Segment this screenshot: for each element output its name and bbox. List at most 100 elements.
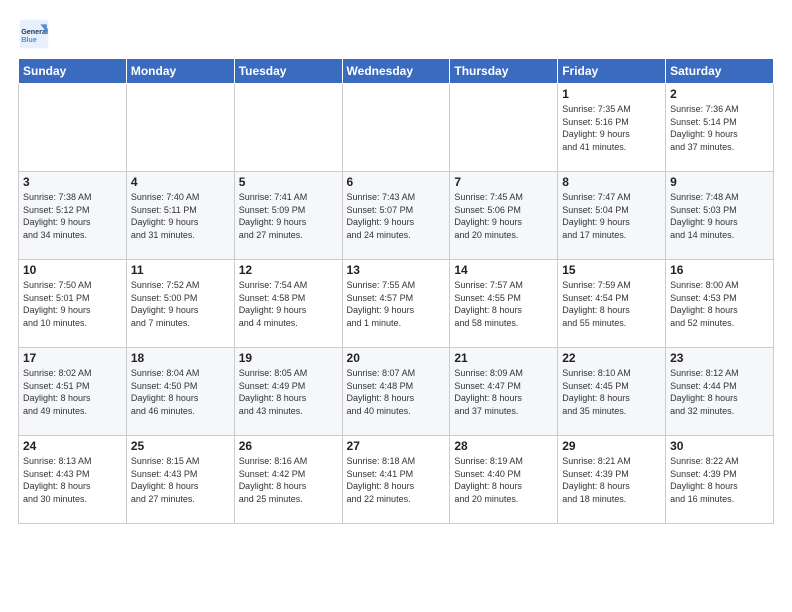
day-number: 26 <box>239 439 338 453</box>
day-number: 19 <box>239 351 338 365</box>
day-content: Sunrise: 8:09 AM Sunset: 4:47 PM Dayligh… <box>454 367 553 417</box>
day-content: Sunrise: 7:40 AM Sunset: 5:11 PM Dayligh… <box>131 191 230 241</box>
day-content: Sunrise: 7:54 AM Sunset: 4:58 PM Dayligh… <box>239 279 338 329</box>
calendar-header-tuesday: Tuesday <box>234 59 342 84</box>
calendar-cell: 29 Sunrise: 8:21 AM Sunset: 4:39 PM Dayli… <box>558 436 666 524</box>
day-number: 21 <box>454 351 553 365</box>
calendar-cell: 28 Sunrise: 8:19 AM Sunset: 4:40 PM Dayli… <box>450 436 558 524</box>
calendar-cell <box>19 84 127 172</box>
day-content: Sunrise: 8:02 AM Sunset: 4:51 PM Dayligh… <box>23 367 122 417</box>
day-number: 24 <box>23 439 122 453</box>
calendar-cell: 10 Sunrise: 7:50 AM Sunset: 5:01 PM Dayli… <box>19 260 127 348</box>
day-content: Sunrise: 8:22 AM Sunset: 4:39 PM Dayligh… <box>670 455 769 505</box>
calendar-cell: 9 Sunrise: 7:48 AM Sunset: 5:03 PM Daylig… <box>666 172 774 260</box>
logo-icon: General Blue <box>18 18 50 50</box>
day-number: 10 <box>23 263 122 277</box>
day-content: Sunrise: 8:16 AM Sunset: 4:42 PM Dayligh… <box>239 455 338 505</box>
calendar-week-2: 3 Sunrise: 7:38 AM Sunset: 5:12 PM Daylig… <box>19 172 774 260</box>
day-number: 18 <box>131 351 230 365</box>
day-content: Sunrise: 8:05 AM Sunset: 4:49 PM Dayligh… <box>239 367 338 417</box>
day-content: Sunrise: 8:19 AM Sunset: 4:40 PM Dayligh… <box>454 455 553 505</box>
calendar-cell: 6 Sunrise: 7:43 AM Sunset: 5:07 PM Daylig… <box>342 172 450 260</box>
calendar-cell <box>342 84 450 172</box>
calendar-header-thursday: Thursday <box>450 59 558 84</box>
header: General Blue <box>18 18 774 50</box>
day-number: 11 <box>131 263 230 277</box>
day-number: 4 <box>131 175 230 189</box>
day-number: 6 <box>347 175 446 189</box>
day-number: 14 <box>454 263 553 277</box>
day-content: Sunrise: 7:38 AM Sunset: 5:12 PM Dayligh… <box>23 191 122 241</box>
calendar-header-wednesday: Wednesday <box>342 59 450 84</box>
day-content: Sunrise: 7:50 AM Sunset: 5:01 PM Dayligh… <box>23 279 122 329</box>
calendar-header-monday: Monday <box>126 59 234 84</box>
calendar-cell: 14 Sunrise: 7:57 AM Sunset: 4:55 PM Dayli… <box>450 260 558 348</box>
day-number: 25 <box>131 439 230 453</box>
day-number: 5 <box>239 175 338 189</box>
day-content: Sunrise: 7:57 AM Sunset: 4:55 PM Dayligh… <box>454 279 553 329</box>
day-number: 30 <box>670 439 769 453</box>
day-number: 2 <box>670 87 769 101</box>
calendar-cell: 25 Sunrise: 8:15 AM Sunset: 4:43 PM Dayli… <box>126 436 234 524</box>
day-content: Sunrise: 7:55 AM Sunset: 4:57 PM Dayligh… <box>347 279 446 329</box>
day-number: 1 <box>562 87 661 101</box>
calendar-cell: 11 Sunrise: 7:52 AM Sunset: 5:00 PM Dayli… <box>126 260 234 348</box>
calendar-table: SundayMondayTuesdayWednesdayThursdayFrid… <box>18 58 774 524</box>
day-number: 8 <box>562 175 661 189</box>
day-content: Sunrise: 8:10 AM Sunset: 4:45 PM Dayligh… <box>562 367 661 417</box>
day-number: 12 <box>239 263 338 277</box>
day-number: 17 <box>23 351 122 365</box>
calendar-cell: 1Sunrise: 7:35 AM Sunset: 5:16 PM Daylig… <box>558 84 666 172</box>
day-content: Sunrise: 8:13 AM Sunset: 4:43 PM Dayligh… <box>23 455 122 505</box>
day-content: Sunrise: 7:48 AM Sunset: 5:03 PM Dayligh… <box>670 191 769 241</box>
day-number: 27 <box>347 439 446 453</box>
day-number: 20 <box>347 351 446 365</box>
calendar-week-4: 17 Sunrise: 8:02 AM Sunset: 4:51 PM Dayli… <box>19 348 774 436</box>
calendar-cell: 20 Sunrise: 8:07 AM Sunset: 4:48 PM Dayli… <box>342 348 450 436</box>
calendar-cell <box>450 84 558 172</box>
calendar-cell: 15 Sunrise: 7:59 AM Sunset: 4:54 PM Dayli… <box>558 260 666 348</box>
day-number: 23 <box>670 351 769 365</box>
calendar-cell <box>234 84 342 172</box>
day-content: Sunrise: 7:45 AM Sunset: 5:06 PM Dayligh… <box>454 191 553 241</box>
calendar-cell: 24 Sunrise: 8:13 AM Sunset: 4:43 PM Dayli… <box>19 436 127 524</box>
calendar-header-friday: Friday <box>558 59 666 84</box>
day-number: 3 <box>23 175 122 189</box>
day-content: Sunrise: 7:52 AM Sunset: 5:00 PM Dayligh… <box>131 279 230 329</box>
calendar-header-saturday: Saturday <box>666 59 774 84</box>
calendar-cell: 5 Sunrise: 7:41 AM Sunset: 5:09 PM Daylig… <box>234 172 342 260</box>
day-number: 15 <box>562 263 661 277</box>
day-content: Sunrise: 8:00 AM Sunset: 4:53 PM Dayligh… <box>670 279 769 329</box>
calendar-cell <box>126 84 234 172</box>
calendar-cell: 7 Sunrise: 7:45 AM Sunset: 5:06 PM Daylig… <box>450 172 558 260</box>
day-number: 29 <box>562 439 661 453</box>
day-number: 13 <box>347 263 446 277</box>
calendar-cell: 30 Sunrise: 8:22 AM Sunset: 4:39 PM Dayli… <box>666 436 774 524</box>
day-content: Sunrise: 7:43 AM Sunset: 5:07 PM Dayligh… <box>347 191 446 241</box>
day-content: Sunrise: 7:41 AM Sunset: 5:09 PM Dayligh… <box>239 191 338 241</box>
calendar-week-5: 24 Sunrise: 8:13 AM Sunset: 4:43 PM Dayli… <box>19 436 774 524</box>
day-number: 7 <box>454 175 553 189</box>
day-content: Sunrise: 7:59 AM Sunset: 4:54 PM Dayligh… <box>562 279 661 329</box>
day-content: Sunrise: 7:36 AM Sunset: 5:14 PM Dayligh… <box>670 103 769 153</box>
day-number: 9 <box>670 175 769 189</box>
day-number: 16 <box>670 263 769 277</box>
day-number: 28 <box>454 439 553 453</box>
day-content: Sunrise: 8:21 AM Sunset: 4:39 PM Dayligh… <box>562 455 661 505</box>
calendar-cell: 2 Sunrise: 7:36 AM Sunset: 5:14 PM Daylig… <box>666 84 774 172</box>
page: General Blue SundayMondayTuesdayWednesda… <box>0 0 792 534</box>
calendar-header-row: SundayMondayTuesdayWednesdayThursdayFrid… <box>19 59 774 84</box>
day-content: Sunrise: 8:15 AM Sunset: 4:43 PM Dayligh… <box>131 455 230 505</box>
day-content: Sunrise: 8:07 AM Sunset: 4:48 PM Dayligh… <box>347 367 446 417</box>
calendar-cell: 12 Sunrise: 7:54 AM Sunset: 4:58 PM Dayli… <box>234 260 342 348</box>
calendar-cell: 13 Sunrise: 7:55 AM Sunset: 4:57 PM Dayli… <box>342 260 450 348</box>
day-number: 22 <box>562 351 661 365</box>
calendar-cell: 27 Sunrise: 8:18 AM Sunset: 4:41 PM Dayli… <box>342 436 450 524</box>
calendar-cell: 26 Sunrise: 8:16 AM Sunset: 4:42 PM Dayli… <box>234 436 342 524</box>
svg-text:Blue: Blue <box>21 35 37 44</box>
day-content: Sunrise: 8:04 AM Sunset: 4:50 PM Dayligh… <box>131 367 230 417</box>
day-content: Sunrise: 8:18 AM Sunset: 4:41 PM Dayligh… <box>347 455 446 505</box>
calendar-cell: 3 Sunrise: 7:38 AM Sunset: 5:12 PM Daylig… <box>19 172 127 260</box>
calendar-cell: 23Sunrise: 8:12 AM Sunset: 4:44 PM Dayli… <box>666 348 774 436</box>
calendar-cell: 21 Sunrise: 8:09 AM Sunset: 4:47 PM Dayli… <box>450 348 558 436</box>
